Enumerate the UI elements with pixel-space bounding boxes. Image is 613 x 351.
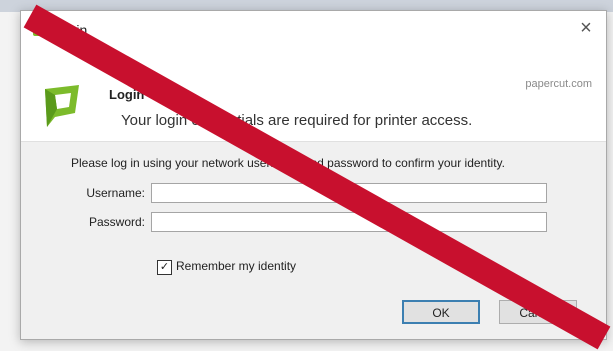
brand-link: papercut.com [525,78,592,90]
instructions-text: Please log in using your network usernam… [71,156,505,170]
ok-button[interactable]: OK [402,300,480,324]
app-icon [33,23,44,36]
cancel-button[interactable]: Cancel [499,300,577,324]
close-button[interactable]: × [572,15,600,41]
dialog-heading: Login [109,87,145,102]
remember-label[interactable]: Remember my identity [176,259,296,273]
papercut-logo-icon [45,85,79,127]
username-label: Username: [86,186,145,200]
dialog-subtext: Your login credentials are required for … [121,112,473,129]
password-input[interactable] [151,212,547,232]
dialog-header: Login papercut.com Your login credential… [21,45,606,141]
form-panel: Please log in using your network usernam… [21,141,606,339]
password-label: Password: [88,215,145,229]
titlebar: Login × [21,11,606,45]
window-title: Login [53,22,88,38]
login-dialog: Login × Login papercut.com Your login cr… [20,10,607,340]
remember-checkbox[interactable]: ✓ [157,260,172,275]
username-input[interactable] [151,183,547,203]
